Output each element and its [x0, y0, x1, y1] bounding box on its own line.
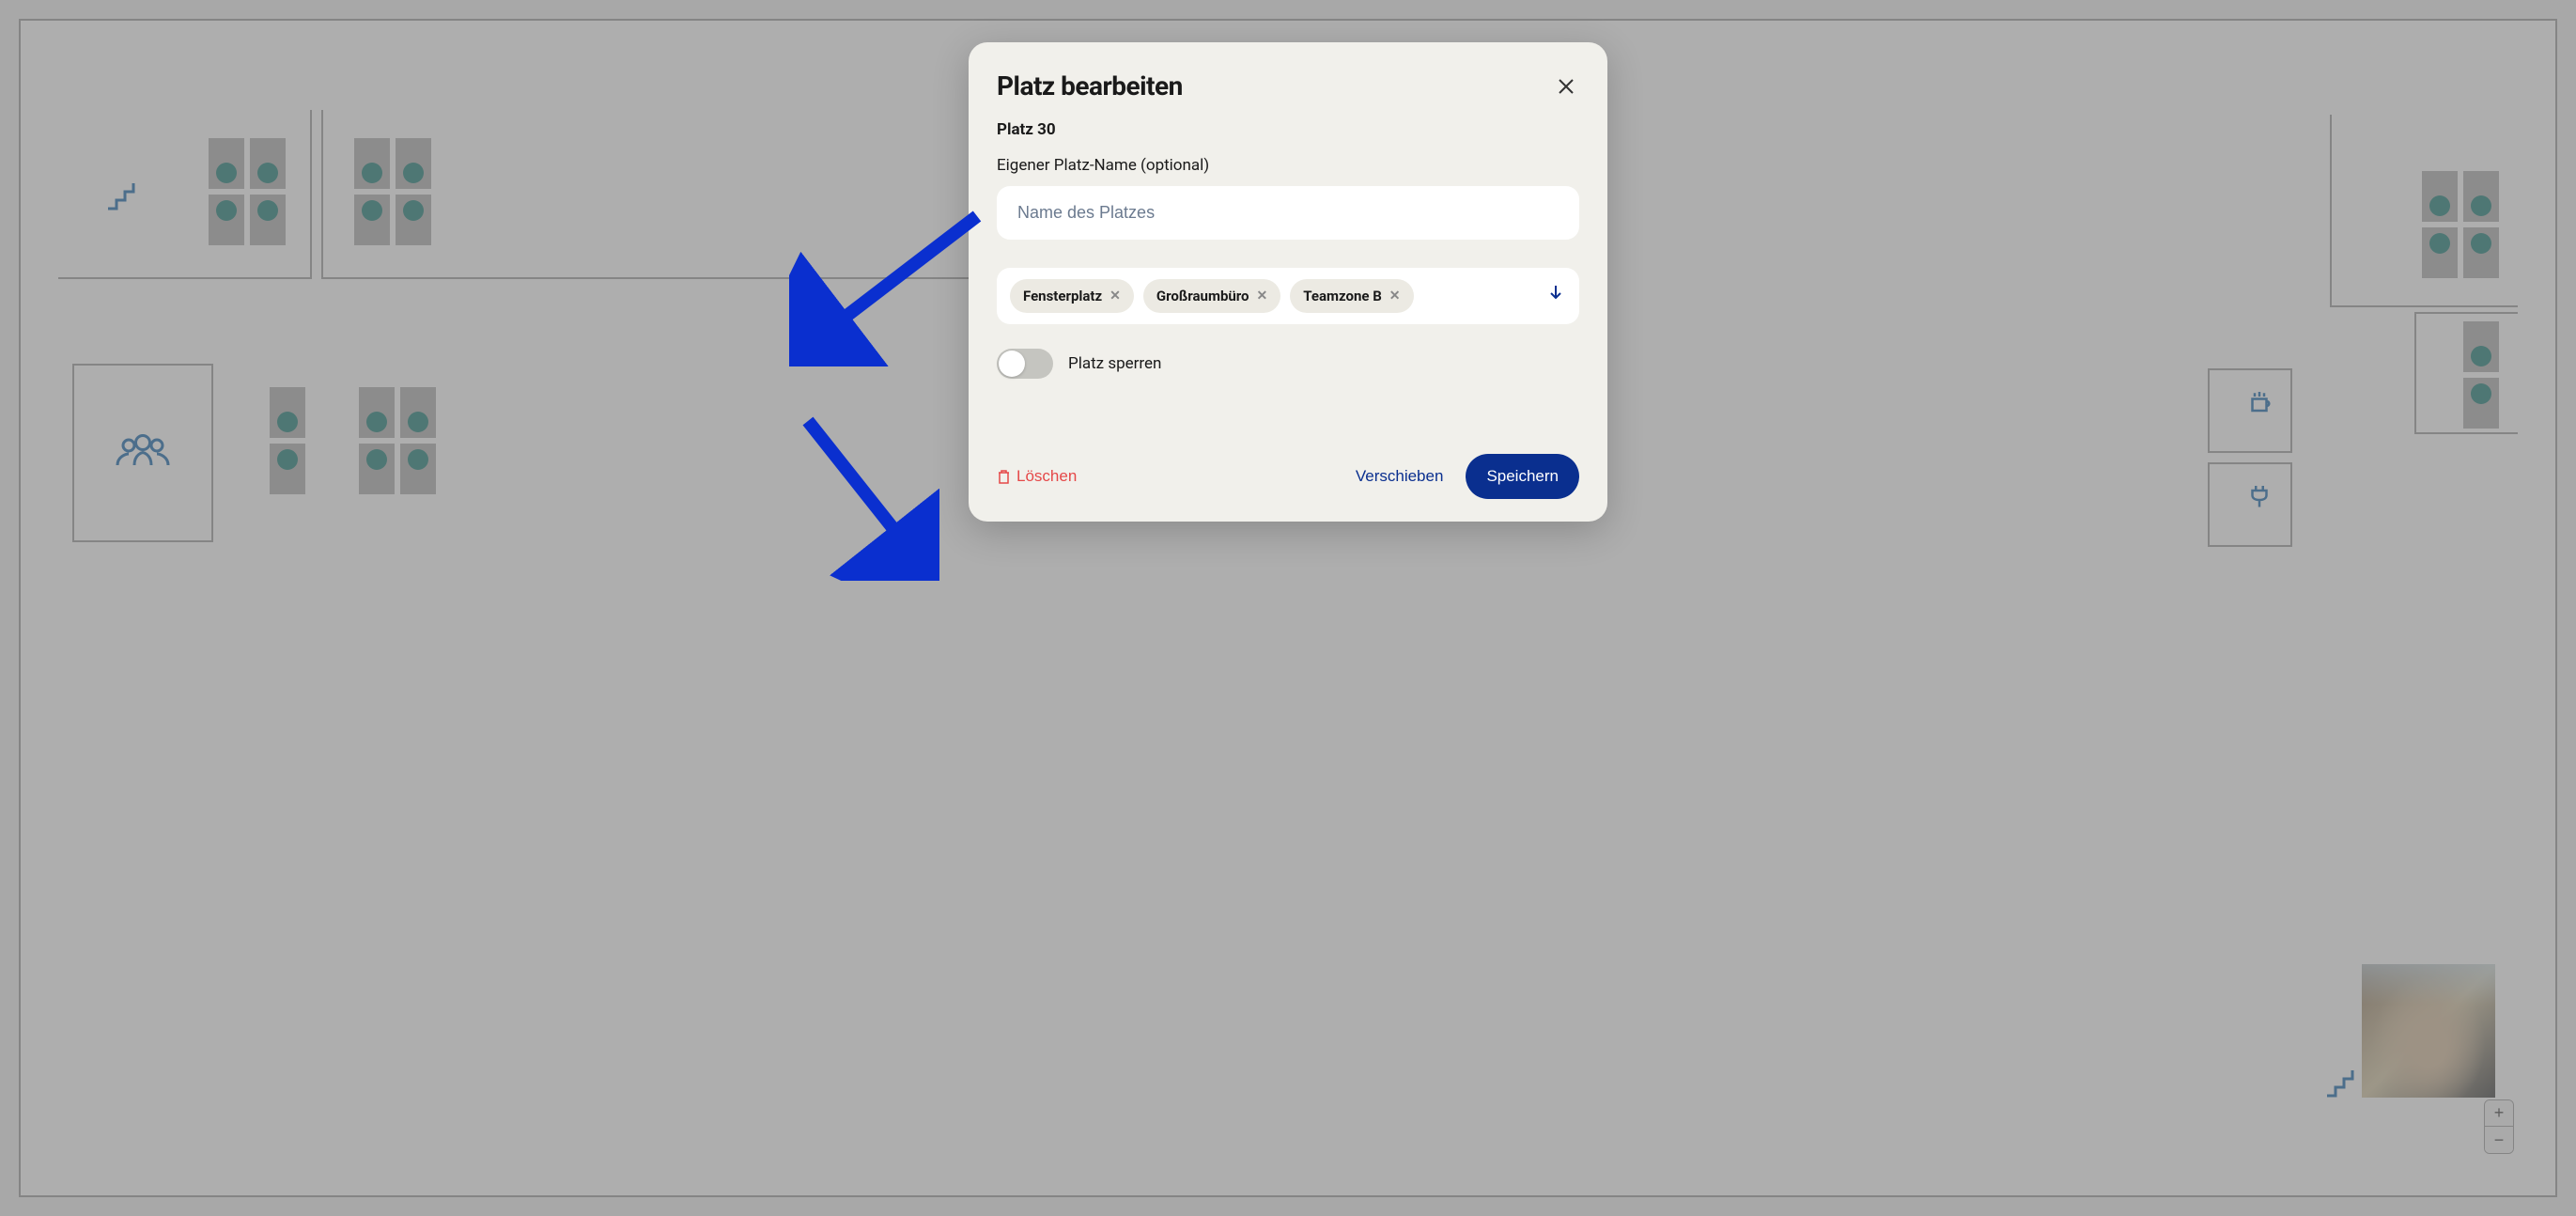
- close-button[interactable]: [1553, 73, 1579, 100]
- modal-title: Platz bearbeiten: [997, 70, 1183, 101]
- tag-chip: Fensterplatz ✕: [1010, 279, 1134, 313]
- seat-name-input[interactable]: [997, 186, 1579, 240]
- tag-label: Großraumbüro: [1156, 288, 1249, 304]
- trash-icon: [997, 469, 1011, 485]
- delete-label: Löschen: [1016, 467, 1077, 486]
- tag-chip: Großraumbüro ✕: [1143, 279, 1280, 313]
- tags-box[interactable]: Fensterplatz ✕ Großraumbüro ✕ Teamzone B…: [997, 268, 1579, 324]
- seat-identifier: Platz 30: [997, 120, 1579, 139]
- tag-remove-icon[interactable]: ✕: [1389, 289, 1401, 303]
- tag-chip: Teamzone B ✕: [1290, 279, 1413, 313]
- tag-remove-icon[interactable]: ✕: [1257, 289, 1268, 303]
- tag-dropdown-icon[interactable]: [1549, 285, 1562, 304]
- name-field-label: Eigener Platz-Name (optional): [997, 156, 1579, 175]
- lock-seat-toggle[interactable]: [997, 349, 1053, 379]
- move-button[interactable]: Verschieben: [1356, 467, 1444, 486]
- save-button[interactable]: Speichern: [1466, 454, 1579, 499]
- tag-label: Fensterplatz: [1023, 288, 1102, 304]
- tag-remove-icon[interactable]: ✕: [1110, 289, 1121, 303]
- lock-seat-label: Platz sperren: [1068, 354, 1161, 373]
- tag-label: Teamzone B: [1303, 288, 1382, 304]
- close-icon: [1558, 78, 1575, 95]
- delete-button[interactable]: Löschen: [997, 467, 1077, 486]
- edit-seat-modal: Platz bearbeiten Platz 30 Eigener Platz-…: [969, 42, 1607, 522]
